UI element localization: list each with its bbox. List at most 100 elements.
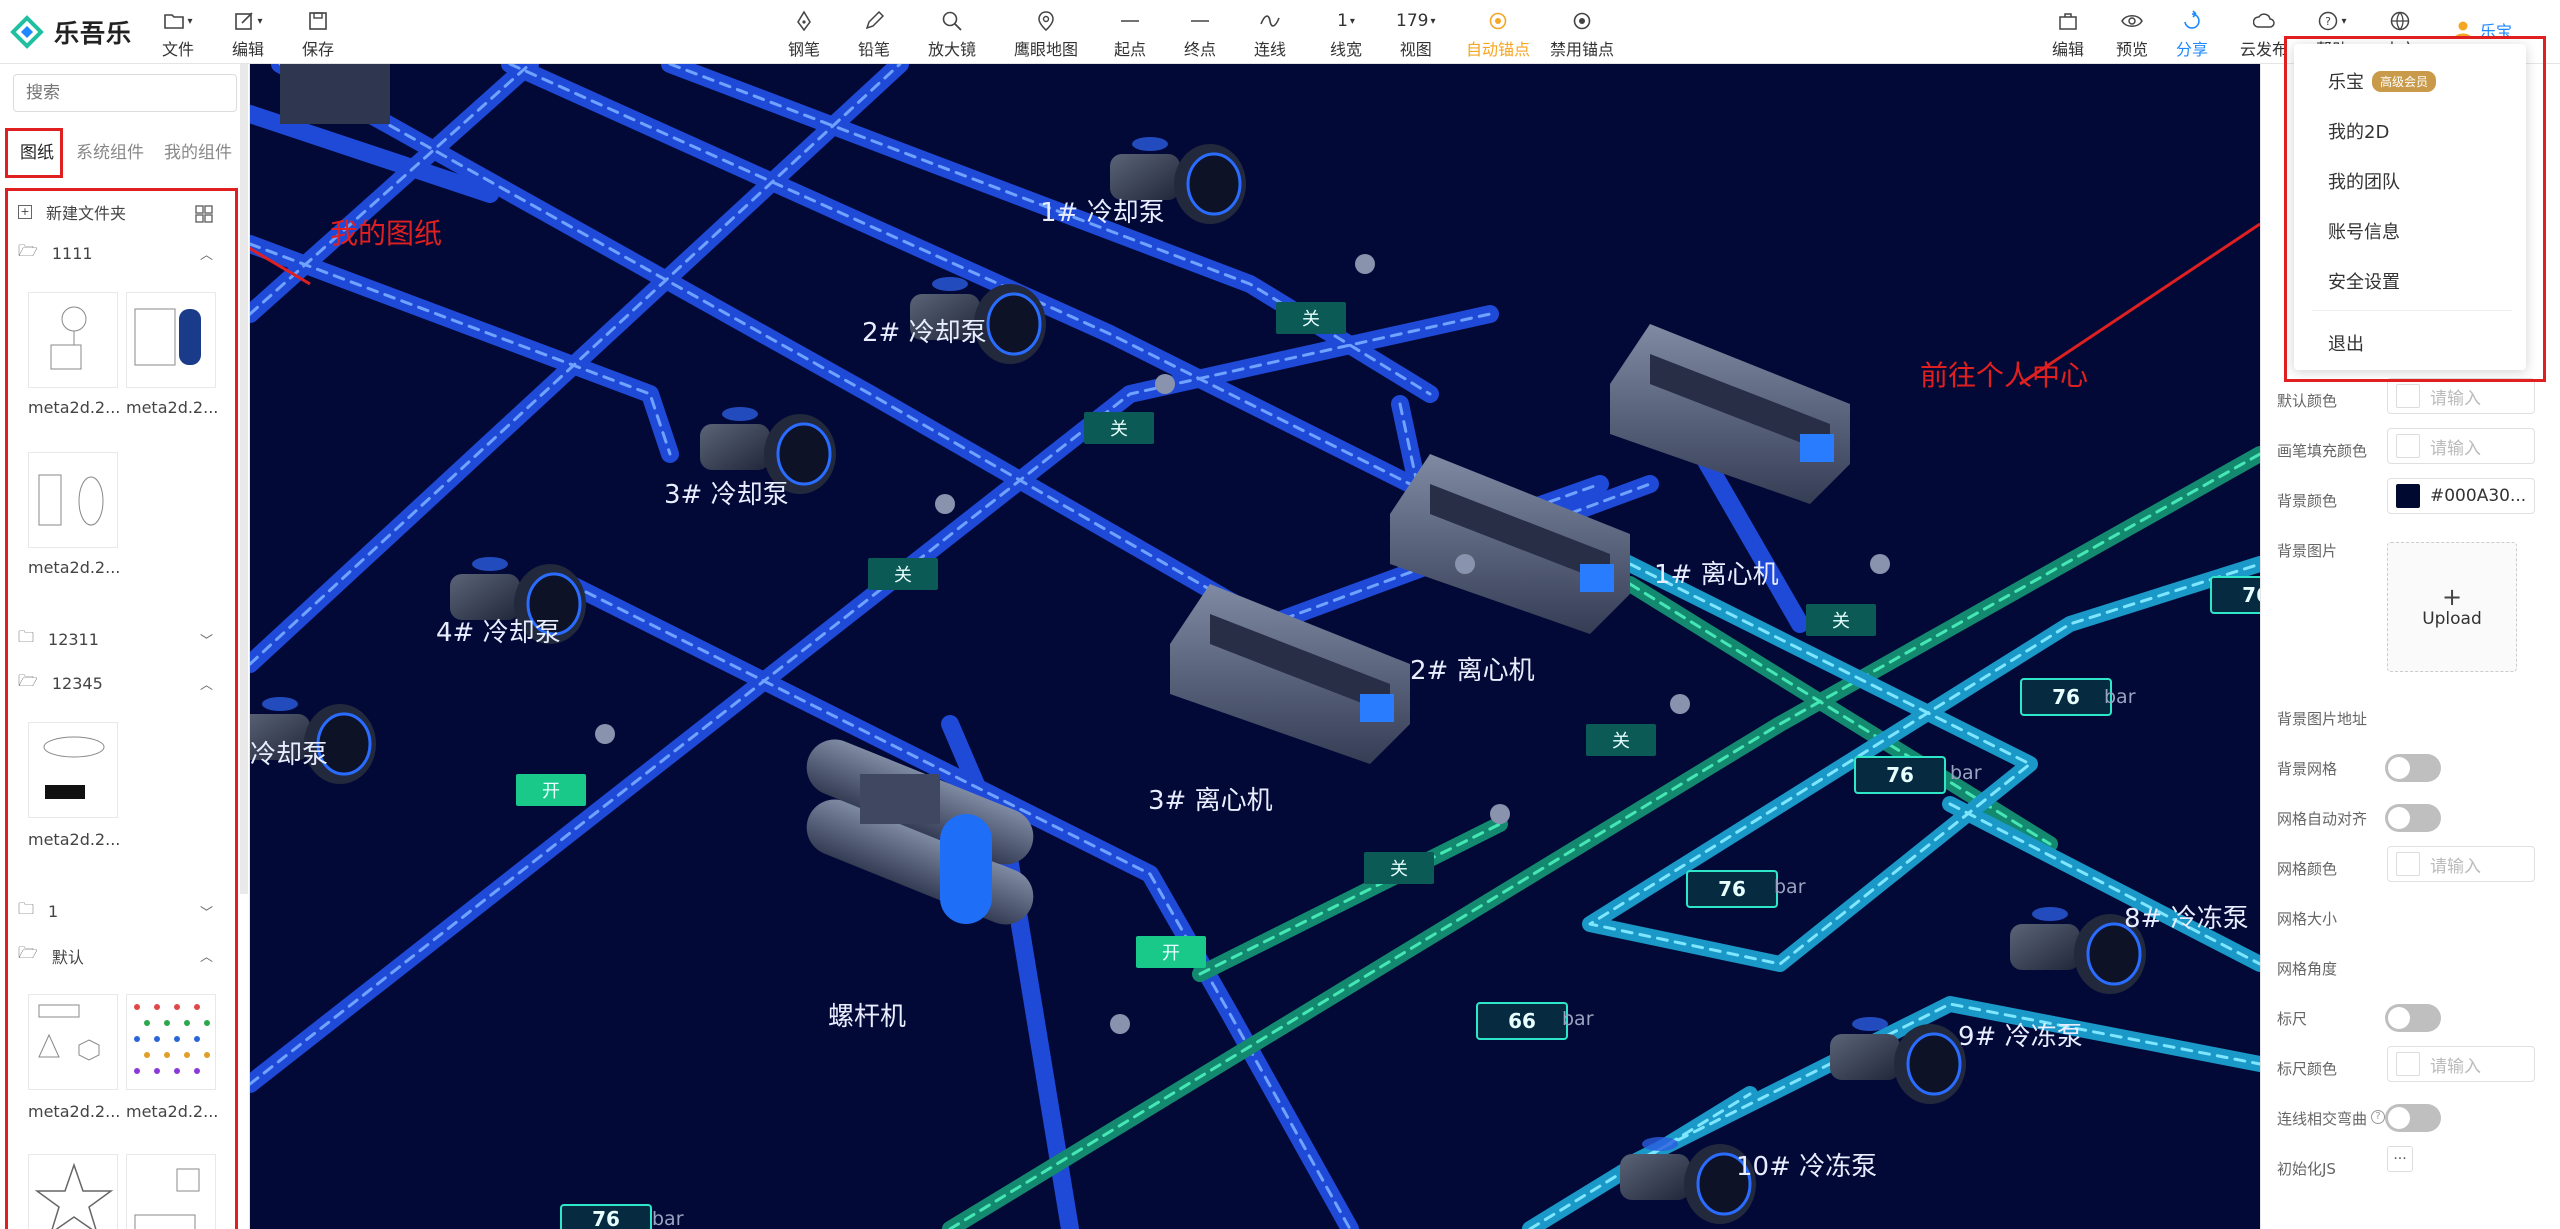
line-width-label: 线宽 [1330, 40, 1363, 59]
magnifier-icon [941, 8, 963, 34]
eye-map-label: 鹰眼地图 [1014, 40, 1079, 59]
label-centrifuge-3: 3# 离心机 [1148, 786, 1273, 816]
share-label: 分享 [2176, 40, 2209, 59]
edit-label: 编辑 [232, 40, 265, 59]
prop-init-js-label: 初始化JS [2277, 1160, 2336, 1178]
file-menu-button[interactable]: ▾ 文件 [162, 8, 194, 60]
annotation-box-user-menu [2284, 36, 2546, 382]
prop-bg-image-label: 背景图片 [2277, 542, 2338, 560]
valve-status-tag[interactable]: 开 [1136, 936, 1206, 968]
color-swatch [2396, 484, 2420, 508]
preview-label: 预览 [2116, 40, 2149, 59]
save-icon [307, 8, 329, 34]
ruler-color-input[interactable]: 请输入 [2387, 1046, 2535, 1082]
line-width-select[interactable]: 1 ▾ 线宽 [1330, 8, 1362, 60]
pressure-gauge[interactable]: 66 [1476, 1002, 1568, 1040]
zoom-value: 179 [1396, 11, 1429, 31]
placeholder-text: 请输入 [2430, 438, 2481, 459]
view-zoom-select[interactable]: 179 ▾ 视图 [1396, 8, 1435, 60]
magnifier-button[interactable]: 放大镜 [928, 8, 976, 60]
valve-status-tag[interactable]: 关 [1276, 302, 1346, 334]
pressure-gauge[interactable]: 76 [560, 1204, 652, 1229]
valve-status-tag[interactable]: 关 [868, 558, 938, 590]
pencil-tool-button[interactable]: 铅笔 [858, 8, 890, 60]
save-button[interactable]: 保存 [302, 8, 334, 60]
preview-button[interactable]: 预览 [2116, 8, 2148, 60]
label-screw-chiller: 螺杆机 [828, 1002, 907, 1032]
ruler-toggle[interactable] [2385, 1004, 2441, 1032]
app-name: 乐吾乐 [54, 19, 133, 48]
auto-anchor-toggle[interactable]: 自动锚点 [1466, 8, 1530, 60]
label-freeze-pump-8: 8# 冷冻泵 [2124, 904, 2249, 934]
prop-grid-color-label: 网格颜色 [2277, 860, 2338, 878]
valve-status-tag[interactable]: 关 [1806, 604, 1876, 636]
pressure-unit: bar [1562, 1008, 1594, 1030]
label-centrifuge-2: 2# 离心机 [1410, 656, 1535, 686]
app-logo[interactable]: 乐吾乐 [10, 14, 132, 50]
pressure-unit: bar [652, 1208, 684, 1229]
top-toolbar: 乐吾乐 ▾ 文件 ▾ 编辑 保存 钢笔 铅笔 放大镜 鹰眼地图 起点 终点 连线 [0, 0, 2560, 64]
pencil-label: 铅笔 [858, 40, 891, 59]
save-label: 保存 [302, 40, 335, 59]
pressure-gauge[interactable]: 76 [1686, 870, 1778, 908]
end-point-button[interactable]: 终点 [1184, 8, 1216, 60]
tab-my-components[interactable]: 我的组件 [164, 138, 232, 163]
prop-bg-image-url-label: 背景图片地址 [2277, 710, 2368, 728]
cloud-publish-button[interactable]: 云发布 [2240, 8, 2288, 60]
pen-icon [793, 8, 815, 34]
valve-status-tag[interactable]: 开 [516, 774, 586, 806]
brush-fill-color-input[interactable]: 请输入 [2387, 428, 2535, 464]
line-cross-toggle[interactable] [2385, 1104, 2441, 1132]
disable-anchor-label: 禁用锚点 [1550, 40, 1615, 59]
label-centrifuge-1: 1# 离心机 [1654, 560, 1779, 590]
placeholder-text: 请输入 [2430, 856, 2481, 877]
prop-bg-grid-label: 背景网格 [2277, 760, 2338, 778]
pressure-gauge[interactable]: 76 [2020, 678, 2112, 716]
edit-mode-label: 编辑 [2052, 40, 2085, 59]
prop-grid-snap-label: 网格自动对齐 [2277, 810, 2368, 828]
cloud-publish-label: 云发布 [2240, 40, 2289, 59]
pencil-icon [863, 8, 885, 34]
pressure-gauge[interactable]: 76 [2210, 576, 2260, 614]
connect-line-button[interactable]: 连线 [1254, 8, 1286, 60]
edit-icon: ▾ [233, 8, 263, 34]
bg-color-value: #000A30... [2430, 486, 2527, 506]
placeholder-text: 请输入 [2430, 1056, 2481, 1077]
caret-down-icon: ▾ [1430, 15, 1436, 27]
pressure-gauge[interactable]: 76 [1854, 756, 1946, 794]
bg-image-upload[interactable]: + Upload [2387, 542, 2517, 672]
bg-grid-toggle[interactable] [2385, 754, 2441, 782]
file-label: 文件 [162, 40, 195, 59]
valve-status-tag[interactable]: 关 [1586, 724, 1656, 756]
help-icon[interactable]: ? [2371, 1110, 2385, 1124]
tab-system-components[interactable]: 系统组件 [76, 138, 144, 163]
eye-map-button[interactable]: 鹰眼地图 [1014, 8, 1078, 60]
edit-mode-button[interactable]: 编辑 [2052, 8, 2084, 60]
init-js-edit-button[interactable]: ··· [2387, 1146, 2413, 1172]
color-swatch [2396, 434, 2420, 458]
upload-label: Upload [2422, 609, 2482, 629]
prop-grid-angle-label: 网格角度 [2277, 960, 2338, 978]
start-point-button[interactable]: 起点 [1114, 8, 1146, 60]
connect-line-label: 连线 [1254, 40, 1287, 59]
sidebar-scrollbar[interactable] [240, 64, 248, 894]
default-color-input[interactable]: 请输入 [2387, 378, 2535, 414]
pen-label: 钢笔 [788, 40, 821, 59]
pen-tool-button[interactable]: 钢笔 [788, 8, 820, 60]
valve-status-tag[interactable]: 关 [1364, 852, 1434, 884]
prop-line-cross-label: 连线相交弯曲 [2277, 1110, 2368, 1128]
disable-anchor-toggle[interactable]: 禁用锚点 [1550, 8, 1614, 60]
valve-status-tag[interactable]: 关 [1084, 412, 1154, 444]
edit-menu-button[interactable]: ▾ 编辑 [232, 8, 264, 60]
help-icon: ? ▾ [2317, 8, 2347, 34]
drawing-canvas[interactable]: 1# 冷却泵 2# 冷却泵 3# 冷却泵 4# 冷却泵 冷却泵 1# 离心机 2… [250, 64, 2260, 1229]
grid-snap-toggle[interactable] [2385, 804, 2441, 832]
share-button[interactable]: 分享 [2176, 8, 2208, 60]
bg-color-input[interactable]: #000A30... [2387, 478, 2535, 514]
disable-anchor-icon [1571, 8, 1593, 34]
prop-default-color-label: 默认颜色 [2277, 392, 2338, 410]
grid-color-input[interactable]: 请输入 [2387, 846, 2535, 882]
annotation-box-drawings-tab [5, 128, 63, 178]
search-input[interactable] [13, 74, 237, 112]
plus-icon: + [2441, 583, 2463, 611]
